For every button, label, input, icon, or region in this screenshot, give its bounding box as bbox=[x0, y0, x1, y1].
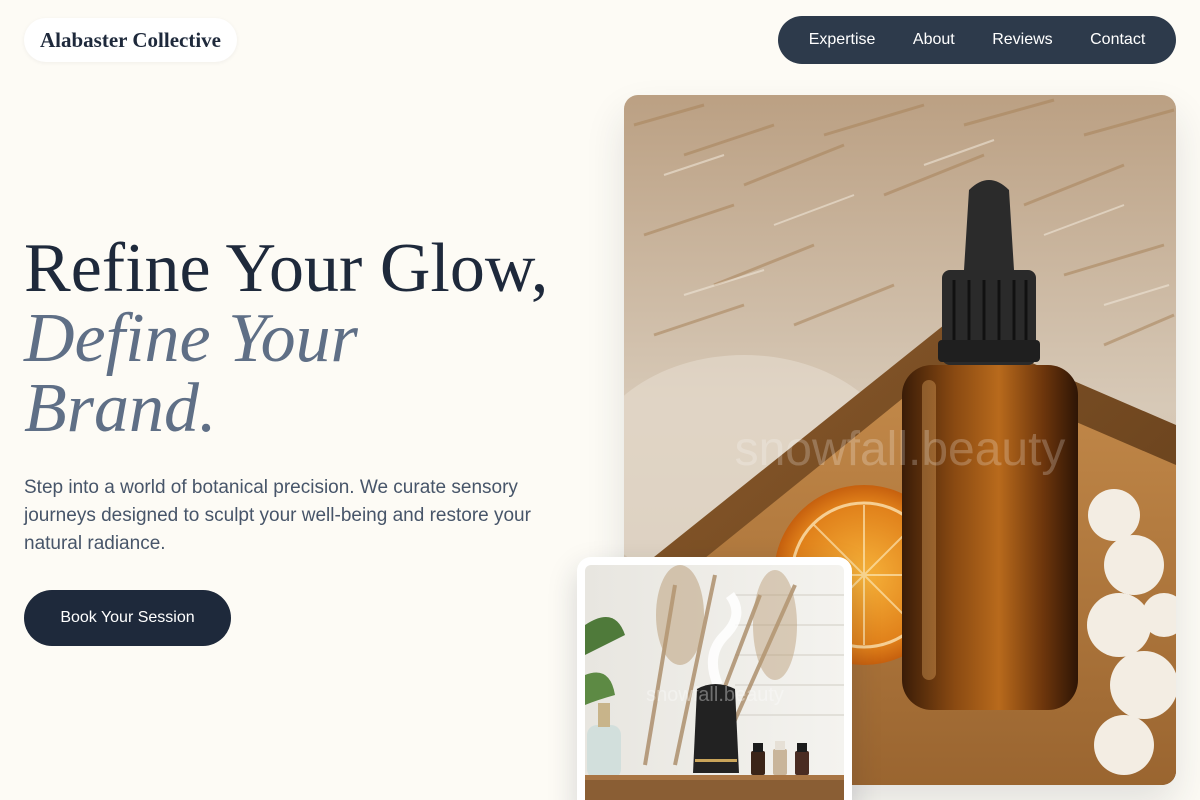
headline-line-1: Refine Your Glow, bbox=[24, 230, 549, 307]
brand-logo[interactable]: Alabaster Collective bbox=[24, 18, 237, 62]
hero-description: Step into a world of botanical precision… bbox=[24, 477, 531, 554]
main-nav: Expertise About Reviews Contact bbox=[778, 16, 1176, 64]
headline-line-3: Brand. bbox=[24, 370, 217, 447]
headline-line-2: Define Your bbox=[24, 300, 358, 377]
diffuser-illustration: snowfall.beauty bbox=[585, 565, 844, 800]
nav-link-about[interactable]: About bbox=[907, 27, 961, 53]
book-session-button[interactable]: Book Your Session bbox=[24, 590, 231, 646]
landing-page: Alabaster Collective Expertise About Rev… bbox=[0, 0, 1200, 800]
main-image-watermark: snowfall.beauty bbox=[735, 423, 1066, 476]
nav-link-expertise[interactable]: Expertise bbox=[803, 27, 882, 53]
hero-headline: Refine Your Glow, Define Your Brand. bbox=[24, 234, 604, 444]
diffuser-thumbnail-card: snowfall.beauty bbox=[577, 557, 852, 800]
nav-link-reviews[interactable]: Reviews bbox=[986, 27, 1058, 53]
nav-link-contact[interactable]: Contact bbox=[1084, 27, 1151, 53]
thumbnail-watermark: snowfall.beauty bbox=[646, 684, 784, 706]
brand-name: Alabaster Collective bbox=[40, 27, 221, 52]
diffuser-thumbnail-image: snowfall.beauty bbox=[585, 565, 844, 800]
